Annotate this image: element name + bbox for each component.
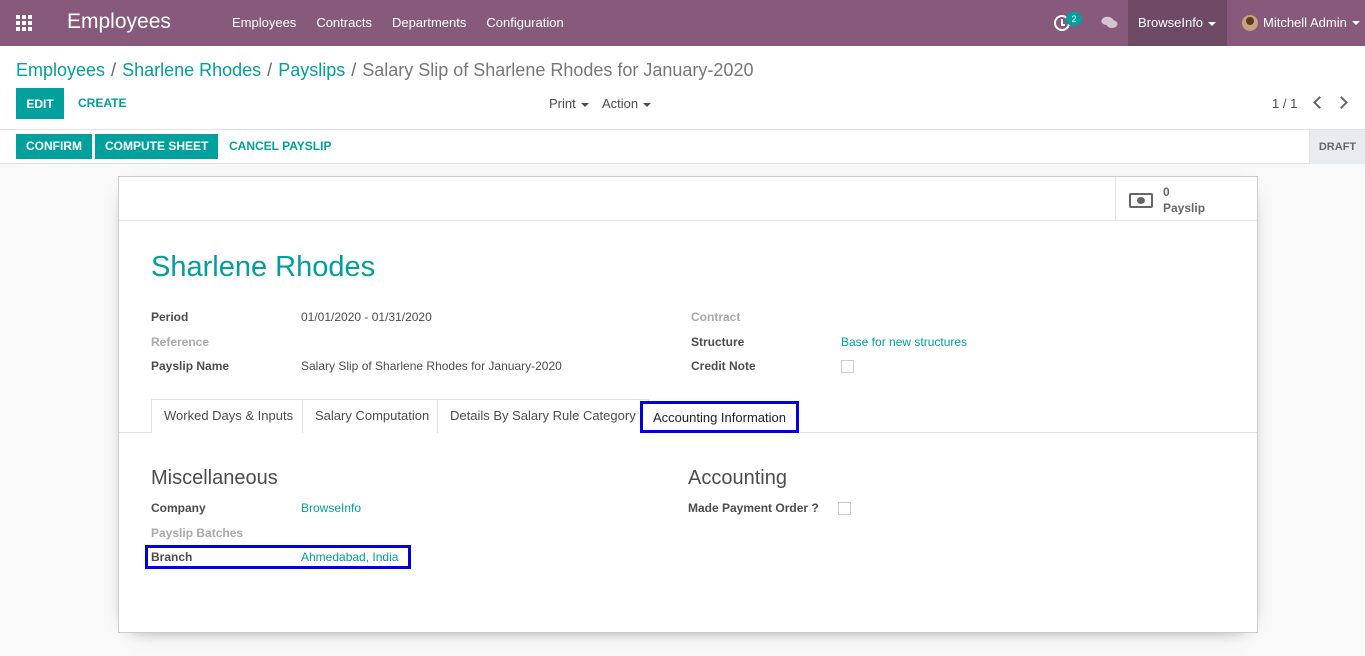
tab-details-by-category[interactable]: Details By Salary Rule Category <box>437 399 649 433</box>
branch-link[interactable]: Ahmedabad, India <box>301 550 398 564</box>
apps-grid-icon[interactable] <box>16 15 34 31</box>
contract-label: Contract <box>691 310 741 324</box>
tab-accounting-information[interactable]: Accounting Information <box>640 401 799 433</box>
branch-label: Branch <box>151 550 193 564</box>
status-badge: DRAFT <box>1309 130 1365 164</box>
breadcrumb-employee[interactable]: Sharlene Rhodes <box>122 60 261 80</box>
credit-note-checkbox[interactable] <box>841 360 854 373</box>
stat-label: Payslip <box>1163 201 1206 215</box>
period-label: Period <box>151 310 189 324</box>
breadcrumb-current: Salary Slip of Sharlene Rhodes for Janua… <box>362 60 754 80</box>
stat-value: 0 <box>1163 185 1170 199</box>
confirm-button[interactable]: CONFIRM <box>16 134 92 159</box>
money-icon <box>1129 193 1153 208</box>
accounting-section-title: Accounting <box>688 467 787 489</box>
company-switcher[interactable]: BrowseInfo <box>1128 0 1227 46</box>
breadcrumb-employees[interactable]: Employees <box>16 60 105 80</box>
pager-value[interactable]: 1 / 1 <box>1272 88 1297 119</box>
misc-section-title: Miscellaneous <box>151 467 278 489</box>
menu-item-departments[interactable]: Departments <box>382 0 476 46</box>
print-dropdown[interactable]: Print <box>549 88 589 119</box>
breadcrumb: Employees / Sharlene Rhodes / Payslips / Salar… <box>16 60 754 80</box>
control-panel: Employees / Sharlene Rhodes / Payslips / Salar… <box>0 46 1365 130</box>
button-box: 0 Payslip <box>119 177 1257 221</box>
app-title[interactable]: Employees <box>67 10 171 34</box>
caret-down-icon <box>580 102 589 107</box>
action-dropdown[interactable]: Action <box>602 88 652 119</box>
caret-down-icon <box>643 102 652 107</box>
user-name: Mitchell Admin <box>1263 15 1347 30</box>
status-bar: CONFIRM COMPUTE SHEET CANCEL PAYSLIP DRA… <box>0 130 1365 164</box>
payslip-stat-button[interactable]: 0 Payslip <box>1115 177 1257 220</box>
caret-down-icon <box>1208 21 1217 26</box>
payment-order-checkbox[interactable] <box>838 502 851 515</box>
payslip-batches-label: Payslip Batches <box>151 526 244 540</box>
user-menu[interactable]: Mitchell Admin <box>1242 0 1360 46</box>
create-button[interactable]: CREATE <box>78 88 126 119</box>
top-navbar: Employees Employees Contracts Department… <box>0 0 1365 46</box>
menu-item-contracts[interactable]: Contracts <box>306 0 382 46</box>
employee-name: Sharlene Rhodes <box>151 251 376 283</box>
menu-item-employees[interactable]: Employees <box>222 0 306 46</box>
credit-note-label: Credit Note <box>691 359 756 373</box>
period-value: 01/01/2020 - 01/31/2020 <box>301 310 432 324</box>
edit-button[interactable]: EDIT <box>16 88 64 119</box>
compute-sheet-button[interactable]: COMPUTE SHEET <box>95 134 219 159</box>
print-label: Print <box>549 96 576 111</box>
cancel-payslip-button[interactable]: CANCEL PAYSLIP <box>229 134 331 159</box>
company-label: Company <box>151 501 206 515</box>
main-menu: Employees Contracts Departments Configur… <box>222 0 574 46</box>
company-name: BrowseInfo <box>1138 15 1204 30</box>
breadcrumb-payslips[interactable]: Payslips <box>278 60 345 80</box>
tab-worked-days[interactable]: Worked Days & Inputs <box>151 399 307 433</box>
payment-order-label: Made Payment Order ? <box>688 501 819 515</box>
reference-label: Reference <box>151 335 210 349</box>
chevron-right-icon[interactable] <box>1335 96 1348 109</box>
activity-count-badge: 2 <box>1066 12 1082 26</box>
structure-label: Structure <box>691 335 745 349</box>
company-link[interactable]: BrowseInfo <box>301 501 361 515</box>
menu-item-configuration[interactable]: Configuration <box>476 0 573 46</box>
payslip-name-value: Salary Slip of Sharlene Rhodes for Janua… <box>301 359 562 373</box>
payslip-name-label: Payslip Name <box>151 359 230 373</box>
structure-link[interactable]: Base for new structures <box>841 335 967 349</box>
chat-icon[interactable] <box>1101 16 1118 30</box>
chevron-left-icon[interactable] <box>1313 96 1326 109</box>
caret-down-icon <box>1351 21 1360 25</box>
tab-salary-computation[interactable]: Salary Computation <box>302 399 443 433</box>
avatar <box>1242 15 1258 31</box>
action-label: Action <box>602 96 639 111</box>
form-sheet: 0 Payslip Sharlene Rhodes Period 01/01/2… <box>118 176 1258 633</box>
